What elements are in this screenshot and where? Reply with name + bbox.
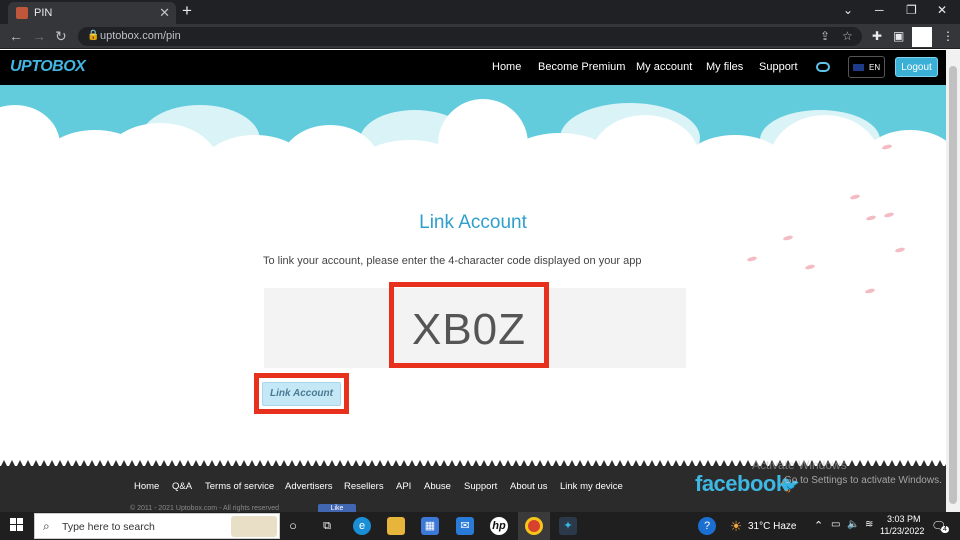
petal-decoration bbox=[746, 255, 758, 263]
weather-icon[interactable]: ☀ bbox=[727, 517, 745, 535]
profile-avatar[interactable] bbox=[912, 27, 932, 47]
site-header: UPTOBOX Home Become Premium My account M… bbox=[0, 50, 946, 85]
theme-toggle-icon[interactable] bbox=[816, 62, 830, 72]
kodi-icon[interactable]: ✦ bbox=[559, 517, 577, 535]
nav-support[interactable]: Support bbox=[759, 61, 798, 73]
nav-become-premium[interactable]: Become Premium bbox=[538, 61, 625, 73]
footer-link-about[interactable]: About us bbox=[510, 481, 548, 492]
volume-icon[interactable]: 🔈 bbox=[847, 519, 859, 530]
close-tab-icon[interactable]: ✕ bbox=[159, 5, 170, 21]
wifi-icon[interactable]: ≋ bbox=[865, 519, 873, 530]
footer-link-home[interactable]: Home bbox=[134, 481, 159, 492]
task-view-icon[interactable]: ⧉ bbox=[318, 517, 336, 535]
notification-badge: 4 bbox=[941, 526, 949, 533]
microsoft-store-icon[interactable]: ▦ bbox=[421, 517, 439, 535]
facebook-link[interactable]: facebook bbox=[695, 471, 788, 497]
logout-button[interactable]: Logout bbox=[895, 57, 938, 77]
uk-flag-icon bbox=[853, 64, 864, 71]
search-highlight-image bbox=[231, 516, 277, 537]
new-tab-button[interactable]: + bbox=[182, 1, 192, 21]
search-icon: ⌕ bbox=[43, 519, 50, 533]
site-favicon-icon bbox=[16, 7, 28, 19]
footer-link-qa[interactable]: Q&A bbox=[172, 481, 192, 492]
cortana-icon[interactable]: ○ bbox=[284, 517, 302, 535]
site-footer: Activate Windows Home Q&A Terms of servi… bbox=[0, 458, 946, 514]
back-arrow-icon[interactable]: ← bbox=[9, 28, 23, 44]
reload-icon[interactable]: ↻ bbox=[55, 28, 67, 45]
chrome-icon[interactable] bbox=[525, 517, 543, 535]
nav-home[interactable]: Home bbox=[492, 61, 521, 73]
site-logo[interactable]: UPTOBOX bbox=[10, 58, 86, 76]
tab-search-icon[interactable]: ⌄ bbox=[843, 3, 853, 17]
footer-link-support[interactable]: Support bbox=[464, 481, 497, 492]
network-icon[interactable]: ▭ bbox=[831, 519, 840, 530]
browser-tab-bar: PIN ✕ + ⌄ ─ ❐ ✕ bbox=[0, 0, 960, 24]
taskbar-search-box[interactable]: ⌕ Type here to search bbox=[34, 513, 280, 539]
footer-link-terms[interactable]: Terms of service bbox=[205, 481, 274, 492]
tray-chevron-icon[interactable]: ⌃ bbox=[814, 519, 823, 532]
url-text[interactable]: uptobox.com/pin bbox=[100, 30, 181, 42]
mail-icon[interactable]: ✉ bbox=[456, 517, 474, 535]
hp-icon[interactable]: hp bbox=[490, 517, 508, 535]
footer-link-api[interactable]: API bbox=[396, 481, 411, 492]
footer-link-resellers[interactable]: Resellers bbox=[344, 481, 384, 492]
browser-menu-icon[interactable]: ⋮ bbox=[942, 29, 954, 43]
petal-decoration bbox=[804, 263, 816, 271]
footer-link-link-device[interactable]: Link my device bbox=[560, 481, 623, 492]
share-icon[interactable]: ⇪ bbox=[820, 29, 830, 43]
address-bar[interactable]: 🔒 uptobox.com/pin ⇪ ☆ bbox=[78, 27, 862, 46]
activate-windows-subtitle: Go to Settings to activate Windows. bbox=[784, 475, 942, 486]
code-highlight-frame: XB0Z bbox=[389, 282, 549, 368]
nav-my-files[interactable]: My files bbox=[706, 61, 743, 73]
help-icon[interactable]: ? bbox=[698, 517, 716, 535]
button-highlight-frame: Link Account bbox=[254, 373, 349, 414]
clock-time[interactable]: 3:03 PM bbox=[887, 514, 921, 524]
footer-link-advertisers[interactable]: Advertisers bbox=[285, 481, 333, 492]
footer-link-abuse[interactable]: Abuse bbox=[424, 481, 451, 492]
edge-browser-icon[interactable]: e bbox=[353, 517, 371, 535]
link-account-button[interactable]: Link Account bbox=[262, 382, 341, 406]
petal-decoration bbox=[782, 234, 794, 242]
clock-date[interactable]: 11/23/2022 bbox=[880, 526, 924, 536]
maximize-button[interactable]: ❐ bbox=[906, 3, 917, 17]
close-window-button[interactable]: ✕ bbox=[937, 3, 947, 17]
tab-title: PIN bbox=[34, 7, 53, 19]
instruction-text: To link your account, please enter the 4… bbox=[263, 255, 642, 267]
page-scrollbar[interactable] bbox=[946, 50, 960, 512]
browser-tab[interactable]: PIN ✕ bbox=[8, 2, 176, 24]
language-selector[interactable]: EN bbox=[848, 56, 885, 78]
copyright-text: © 2011 - 2021 Uptobox.com - All rights r… bbox=[130, 505, 279, 512]
windows-taskbar: ⌕ Type here to search ○ ⧉ e ▦ ✉ hp ✦ ? ☀… bbox=[0, 512, 960, 540]
side-panel-icon[interactable]: ▣ bbox=[893, 29, 904, 43]
browser-toolbar: ← → ↻ 🔒 uptobox.com/pin ⇪ ☆ ✚ ▣ ⋮ bbox=[0, 24, 960, 49]
scrollbar-thumb[interactable] bbox=[949, 66, 957, 504]
extensions-puzzle-icon[interactable]: ✚ bbox=[872, 29, 882, 43]
pairing-code: XB0Z bbox=[411, 305, 527, 354]
weather-text[interactable]: 31°C Haze bbox=[748, 521, 796, 532]
nav-my-account[interactable]: My account bbox=[636, 61, 692, 73]
cloud-base bbox=[0, 155, 946, 215]
petal-decoration bbox=[864, 287, 876, 295]
petal-decoration bbox=[894, 246, 906, 254]
bookmark-star-icon[interactable]: ☆ bbox=[842, 29, 853, 43]
page-title: Link Account bbox=[419, 212, 527, 233]
language-code: EN bbox=[869, 63, 881, 72]
main-content: Link Account To link your account, pleas… bbox=[0, 85, 946, 465]
lock-icon[interactable]: 🔒 bbox=[87, 30, 99, 41]
minimize-button[interactable]: ─ bbox=[875, 3, 884, 17]
search-placeholder: Type here to search bbox=[62, 521, 155, 533]
windows-start-icon[interactable] bbox=[10, 518, 24, 532]
forward-arrow-icon[interactable]: → bbox=[32, 28, 46, 44]
activate-windows-title: Activate Windows bbox=[752, 458, 847, 472]
file-explorer-icon[interactable] bbox=[387, 517, 405, 535]
